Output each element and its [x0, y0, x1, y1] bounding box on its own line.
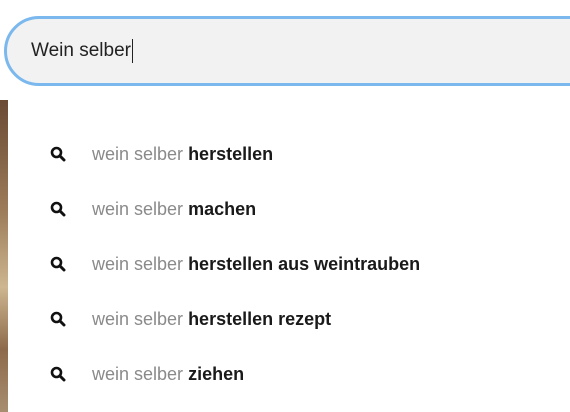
suggestion-completion: machen — [188, 198, 257, 219]
search-input-value: Wein selber — [31, 40, 131, 61]
suggestion-item[interactable]: wein selber machen — [8, 189, 570, 229]
suggestion-text: wein selber ziehen — [92, 364, 244, 385]
suggestion-text: wein selber herstellen aus weintrauben — [92, 254, 420, 275]
search-input[interactable]: Wein selber — [31, 19, 551, 83]
suggestion-text: wein selber machen — [92, 199, 256, 220]
suggestion-completion: herstellen aus weintrauben — [188, 253, 421, 274]
text-caret — [131, 39, 133, 63]
search-icon — [49, 255, 67, 273]
suggestion-completion: ziehen — [188, 363, 245, 384]
search-icon — [49, 200, 67, 218]
suggestion-item[interactable]: wein selber herstellen — [8, 134, 570, 174]
suggestion-text: wein selber herstellen rezept — [92, 309, 331, 330]
suggestion-item[interactable]: wein selber ziehen — [8, 354, 570, 394]
suggestion-prefix: wein selber — [92, 363, 184, 384]
suggestion-completion: herstellen — [188, 143, 274, 164]
search-icon — [49, 310, 67, 328]
suggestion-prefix: wein selber — [92, 308, 184, 329]
search-box[interactable]: Wein selber — [4, 16, 570, 86]
search-icon — [49, 365, 67, 383]
suggestion-prefix: wein selber — [92, 253, 184, 274]
suggestion-text: wein selber herstellen — [92, 144, 273, 165]
search-icon — [49, 145, 67, 163]
suggestion-prefix: wein selber — [92, 198, 184, 219]
suggestion-item[interactable]: wein selber herstellen aus weintrauben — [8, 244, 570, 284]
search-page: Wein selber wein selber herstellen wein … — [0, 0, 570, 412]
suggestion-list: wein selber herstellen wein selber mache… — [8, 100, 570, 412]
background-image-edge — [0, 100, 8, 412]
suggestion-completion: herstellen rezept — [188, 308, 332, 329]
suggestion-item[interactable]: wein selber herstellen rezept — [8, 299, 570, 339]
suggestion-prefix: wein selber — [92, 143, 184, 164]
